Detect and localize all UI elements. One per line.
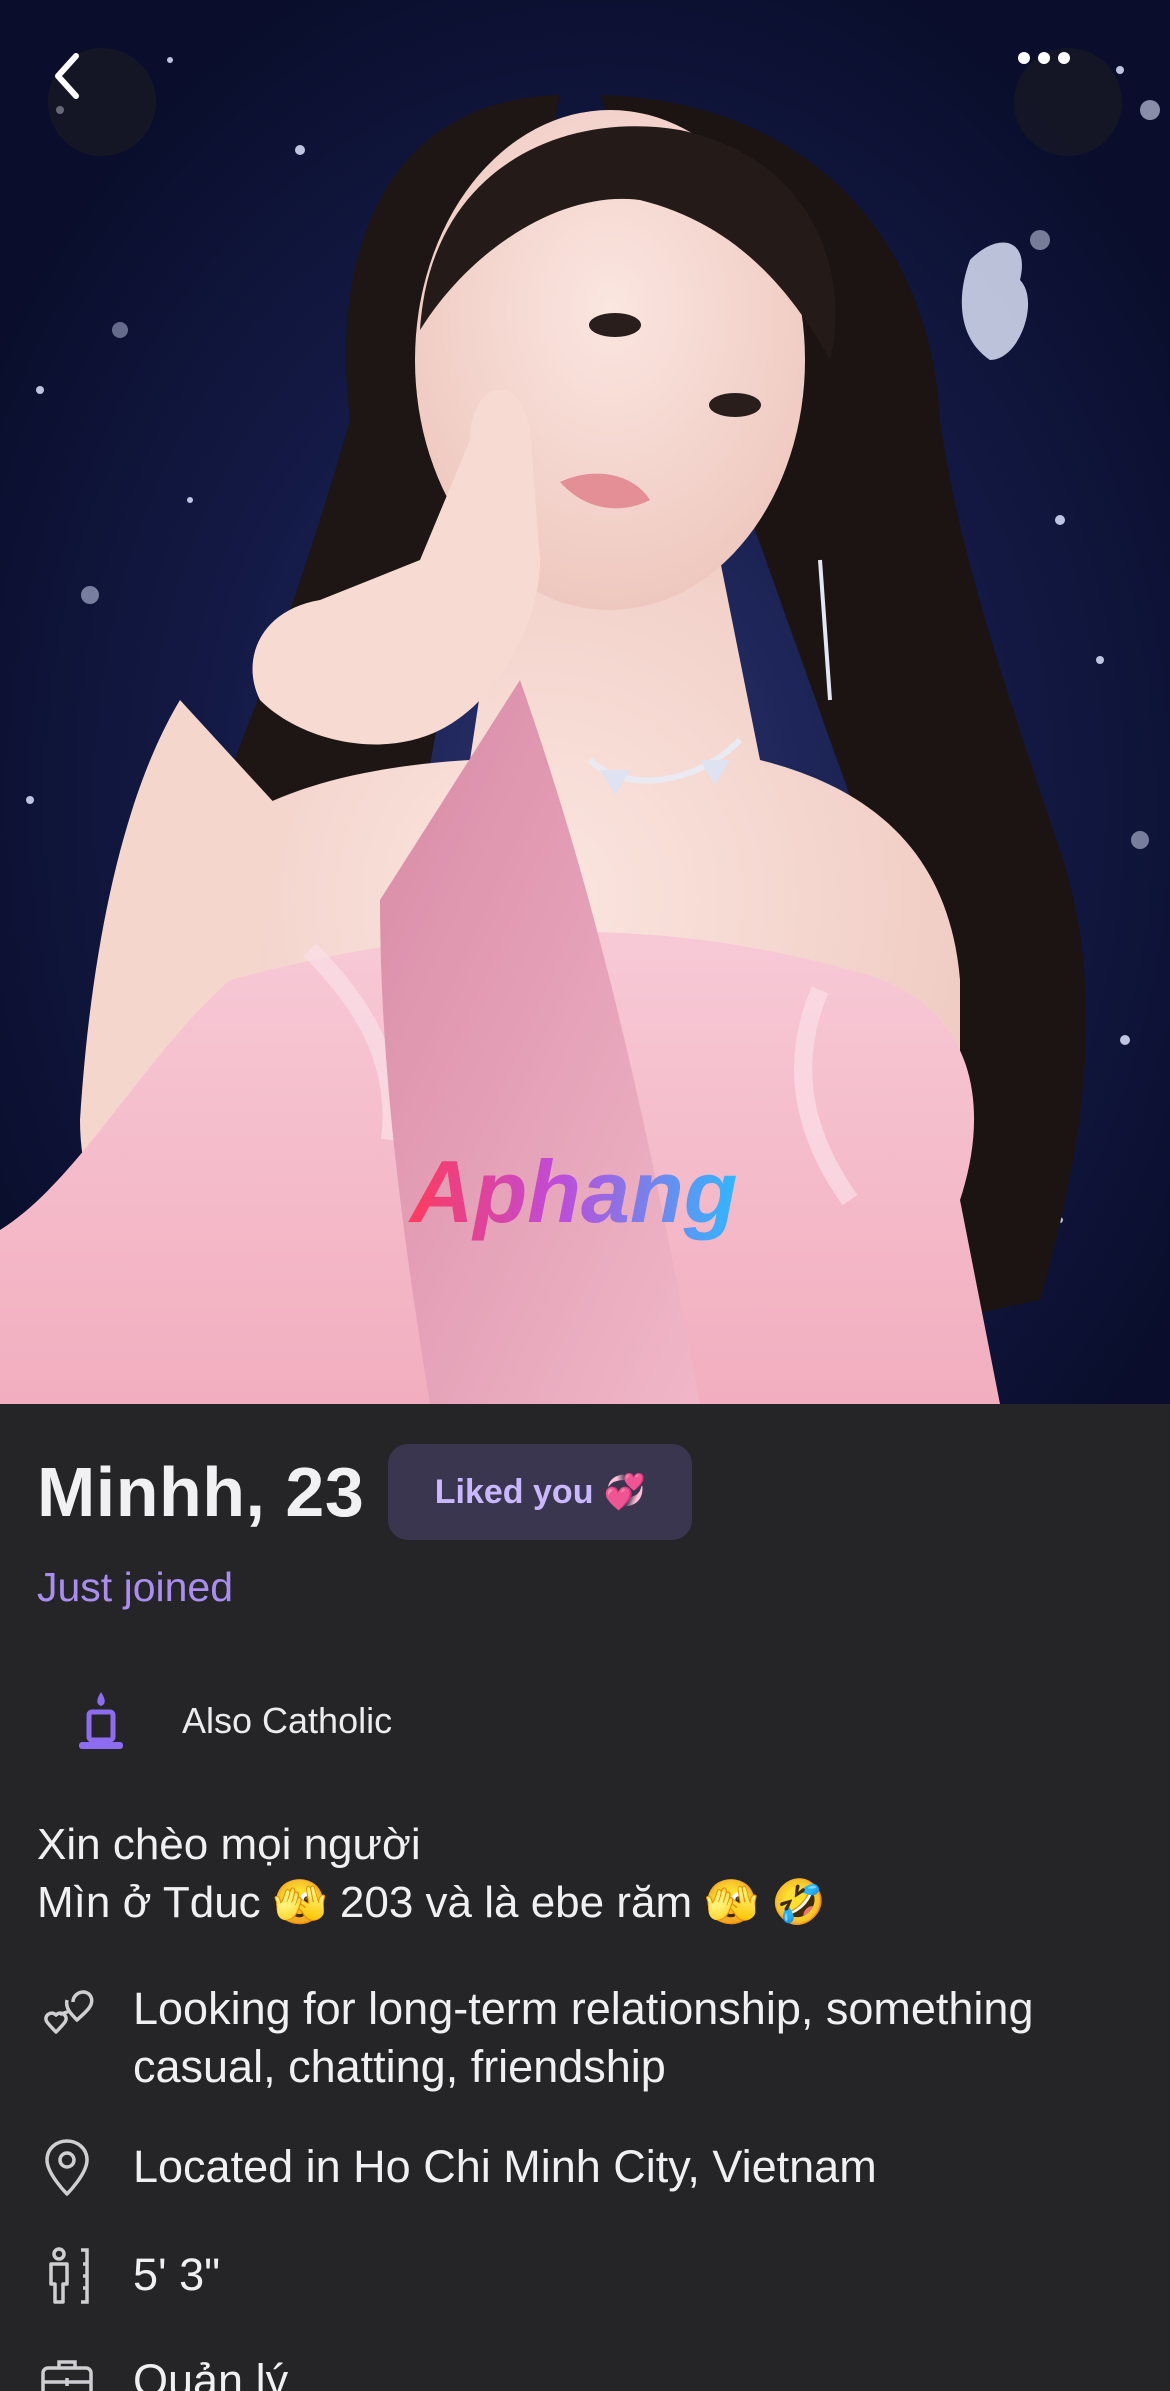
briefcase-icon [37, 2352, 97, 2391]
watermark-text: Aphang [408, 1142, 738, 1241]
hearts-outline-icon [37, 1980, 97, 2040]
photo-illustration: Aphang [0, 57, 1160, 1404]
chevron-left-icon [55, 53, 79, 99]
hearts-emoji: 💞 [603, 1473, 646, 1511]
height-text: 5' 3" [133, 2249, 221, 2300]
bio-line: Mìn ở Tduc 🫣 203 và là ebe răm 🫣 🤣 [37, 1878, 827, 1927]
liked-you-badge: Liked you 💞 [388, 1444, 693, 1540]
location-row: Located in Ho Chi Minh City, Vietnam [37, 2138, 1170, 2198]
ellipsis-icon [1018, 52, 1070, 64]
religion-text: Also Catholic [182, 1700, 393, 1741]
liked-you-label: Liked you [434, 1472, 594, 1511]
back-button[interactable] [48, 48, 156, 156]
name-row: Minhh, 23 Liked you 💞 [37, 1444, 693, 1540]
name-age: Minhh, 23 [37, 1453, 365, 1531]
candle-icon [79, 1692, 123, 1749]
location-pin-icon [37, 2138, 97, 2198]
profile-info: Minhh, 23 Liked you 💞 Just joined Also C… [0, 1404, 1170, 2391]
job-text: Quản lý [133, 2355, 289, 2391]
profile-photo[interactable]: Aphang [0, 0, 1170, 1404]
looking-for-row: Looking for long-term relationship, some… [37, 1980, 1170, 2096]
bio-line: Xin chèo mọi người [37, 1820, 421, 1869]
religion-row: Also Catholic [76, 1690, 392, 1752]
looking-for-text: Looking for long-term relationship, some… [133, 1983, 1034, 2092]
height-row: 5' 3" [37, 2246, 1170, 2306]
location-text: Located in Ho Chi Minh City, Vietnam [133, 2141, 877, 2192]
profile-screen: Aphang Minhh, 23 Liked you 💞 Just joined [0, 0, 1170, 2391]
job-row: Quản lý [37, 2352, 1170, 2391]
join-status: Just joined [37, 1564, 234, 1610]
bio: Xin chèo mọi người Mìn ở Tduc 🫣 203 và l… [37, 1816, 826, 1932]
more-options-button[interactable] [1014, 48, 1122, 156]
height-ruler-icon [37, 2246, 97, 2306]
